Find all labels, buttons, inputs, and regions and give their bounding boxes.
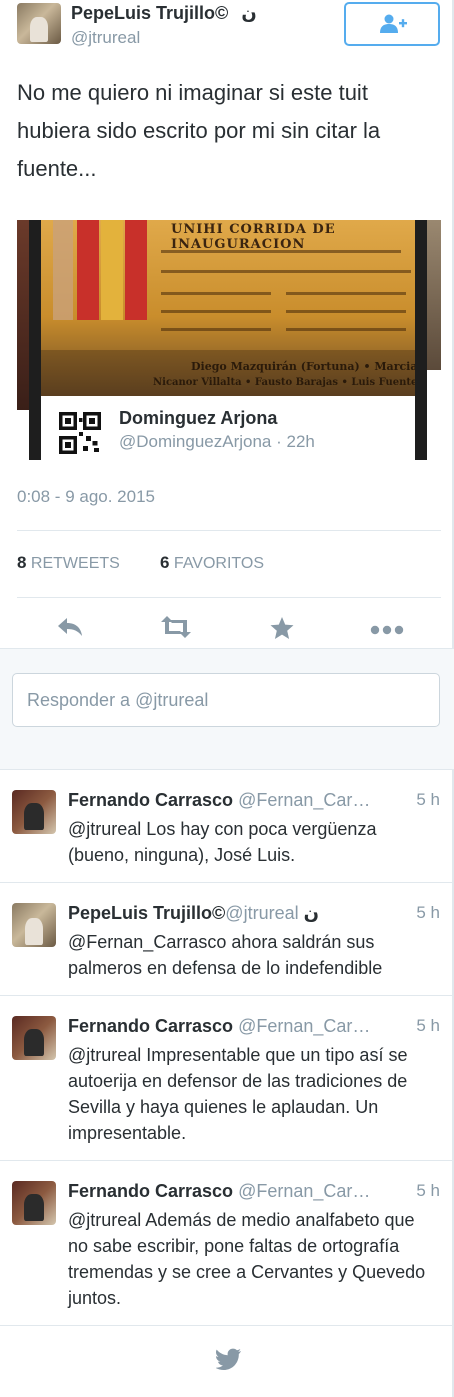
reply-text: @jtrureal Los hay con poca vergüenza (bu… [68, 819, 377, 865]
tweet-timestamp[interactable]: 0:08 - 9 ago. 2015 [17, 487, 155, 507]
reply-time: 5 h [416, 903, 440, 922]
retweets-stat[interactable]: 8 RETWEETS [17, 553, 120, 573]
favorites-count: 6 [160, 553, 170, 572]
embed-frame-left [29, 220, 41, 460]
reply-avatar[interactable] [12, 1016, 56, 1060]
embed-side-image-right [427, 220, 441, 370]
favorites-stat[interactable]: 6 FAVORITOS [160, 553, 264, 573]
qr-code-icon [59, 412, 101, 454]
reply-author-name[interactable]: PepeLuis Trujillo© [68, 903, 225, 923]
embedded-handle-time[interactable]: @DominguezArjona · 22h [119, 432, 315, 452]
retweets-count: 8 [17, 553, 27, 572]
reply-header: Fernando Carrasco @Fernan_Car… [68, 1016, 408, 1037]
divider [17, 597, 441, 598]
favorite-star-icon[interactable] [269, 616, 295, 645]
reply-text: @jtrureal Impresentable que un tipo así … [68, 1045, 408, 1143]
divider [17, 530, 441, 531]
reply-author-name[interactable]: Fernando Carrasco [68, 1181, 233, 1201]
reply-header: PepeLuis Trujillo©@jtrureal ن [68, 903, 408, 924]
reply-tweet[interactable]: Fernando Carrasco @Fernan_Car… 5 h @jtru… [0, 996, 454, 1161]
author-avatar[interactable] [17, 3, 61, 44]
reply-avatar[interactable] [12, 903, 56, 947]
author-name-row[interactable]: PepeLuis Trujillo© ن [71, 3, 257, 24]
tweet-actions [0, 612, 454, 648]
favorites-label: FAVORITOS [173, 555, 265, 572]
more-icon[interactable] [370, 622, 404, 640]
author-handle[interactable]: @jtrureal [71, 28, 140, 48]
reply-time: 5 h [416, 1181, 440, 1200]
reply-author-handle[interactable]: @Fernan_Car… [238, 1181, 370, 1201]
poster-names-2: Nicanor Villalta • Fausto Barajas • Luis… [153, 377, 427, 388]
retweets-label: RETWEETS [30, 555, 120, 572]
reply-avatar[interactable] [12, 790, 56, 834]
reply-author-handle[interactable]: @Fernan_Car… [238, 1016, 370, 1036]
reply-header: Fernando Carrasco @Fernan_Car… [68, 1181, 408, 1202]
poster-caption: UNIHI CORRIDA DE INAUGURACION [171, 222, 336, 252]
reply-author-name[interactable]: Fernando Carrasco [68, 790, 233, 810]
reply-author-suffix: ن [303, 903, 319, 923]
reply-time: 5 h [416, 790, 440, 809]
embedded-author-name[interactable]: Dominguez Arjona [119, 408, 277, 429]
reply-tweet[interactable]: Fernando Carrasco @Fernan_Car… 5 h @jtru… [0, 770, 454, 883]
embedded-tweet-card[interactable]: Dominguez Arjona @DominguezArjona · 22h [41, 396, 415, 460]
reply-text: @Fernan_Carrasco ahora saldrán sus palme… [68, 932, 383, 978]
reply-tweet[interactable]: PepeLuis Trujillo©@jtrureal ن 5 h @Ferna… [0, 883, 454, 996]
reply-author-handle[interactable]: @Fernan_Car… [238, 790, 370, 810]
reply-text: @jtrureal Además de medio analfabeto que… [68, 1210, 426, 1308]
follow-button[interactable] [344, 2, 440, 46]
tweet-header: PepeLuis Trujillo© ن @jtrureal [0, 0, 454, 60]
reply-input[interactable] [12, 673, 440, 727]
reply-author-handle[interactable]: @jtrureal [225, 903, 298, 923]
author-name[interactable]: PepeLuis Trujillo© [71, 3, 228, 23]
author-name-suffix: ن [241, 3, 257, 23]
poster-names-1: Diego Mazquirán (Fortuna) • Marcial Lala… [191, 360, 427, 373]
retweet-icon[interactable] [158, 616, 194, 643]
poster-image[interactable]: UNIHI CORRIDA DE INAUGURACION Diego Mazq… [31, 220, 427, 396]
reply-header: Fernando Carrasco @Fernan_Car… [68, 790, 408, 811]
follow-user-icon [380, 14, 407, 33]
reply-icon[interactable] [56, 616, 84, 643]
reply-avatar[interactable] [12, 1181, 56, 1225]
reply-time: 5 h [416, 1016, 440, 1035]
embedded-media[interactable]: UNIHI CORRIDA DE INAUGURACION Diego Mazq… [17, 220, 441, 460]
reply-tweet[interactable]: Fernando Carrasco @Fernan_Car… 5 h @jtru… [0, 1161, 454, 1326]
embed-frame-right [415, 220, 427, 460]
tweet-text: No me quiero ni imaginar si este tuit hu… [17, 80, 381, 181]
reply-author-name[interactable]: Fernando Carrasco [68, 1016, 233, 1036]
reply-composer [0, 648, 454, 770]
twitter-bird-icon [215, 1348, 242, 1375]
